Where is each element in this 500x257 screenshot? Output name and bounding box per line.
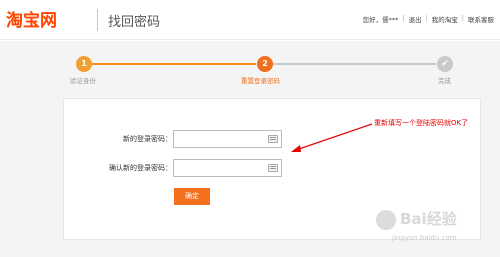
progress-steps: 1 2 ✔ 验证身份 重置登录密码 完成: [0, 55, 500, 85]
step-3-label: 完成: [438, 77, 451, 85]
page-title: 找回密码: [108, 15, 161, 30]
my-taobao-link[interactable]: 我的淘宝: [432, 14, 458, 24]
baidu-jingyan-watermark: Bai经验 jingyan.baidu.com: [362, 200, 492, 250]
new-password-input[interactable]: [173, 130, 282, 148]
step-1-label: 验证身份: [70, 77, 96, 85]
confirm-button[interactable]: 确定: [174, 188, 210, 205]
step-1-indicator: 1: [76, 56, 92, 72]
confirm-password-row: 确认新的登录密码：: [64, 159, 482, 177]
annotation-text: 重新填写一个登陆密码就OK了: [374, 119, 469, 127]
keyboard-icon[interactable]: [268, 135, 278, 143]
baidu-paw-icon: [376, 210, 396, 230]
customer-service-link[interactable]: 联系客服: [468, 14, 494, 24]
taobao-logo[interactable]: 淘宝网: [6, 6, 57, 31]
step-2-indicator: 2: [257, 56, 273, 72]
step-connector-pending: [272, 63, 436, 65]
logout-link[interactable]: 退出: [409, 14, 422, 24]
keyboard-icon[interactable]: [268, 164, 278, 172]
confirm-password-label: 确认新的登录密码：: [109, 164, 172, 172]
nav-separator: |: [425, 14, 428, 22]
logo-divider: [97, 9, 98, 31]
nav-separator: |: [402, 14, 405, 22]
confirm-password-input[interactable]: [173, 159, 282, 177]
watermark-text: Bai经验: [400, 210, 457, 228]
new-password-label: 新的登录密码：: [123, 135, 172, 143]
new-password-row: 新的登录密码：: [64, 130, 482, 148]
header: 淘宝网 找回密码 您好，儒*** | 退出 | 我的淘宝 | 联系客服: [0, 0, 500, 40]
nav-separator: |: [461, 14, 464, 22]
step-connector-done: [90, 63, 256, 65]
top-nav: 您好，儒*** | 退出 | 我的淘宝 | 联系客服: [363, 14, 494, 24]
user-greeting: 您好，儒***: [362, 16, 399, 24]
step-complete-check-icon: ✔: [437, 56, 453, 72]
watermark-subtext: jingyan.baidu.com: [392, 234, 457, 242]
step-2-label: 重置登录密码: [241, 77, 280, 85]
